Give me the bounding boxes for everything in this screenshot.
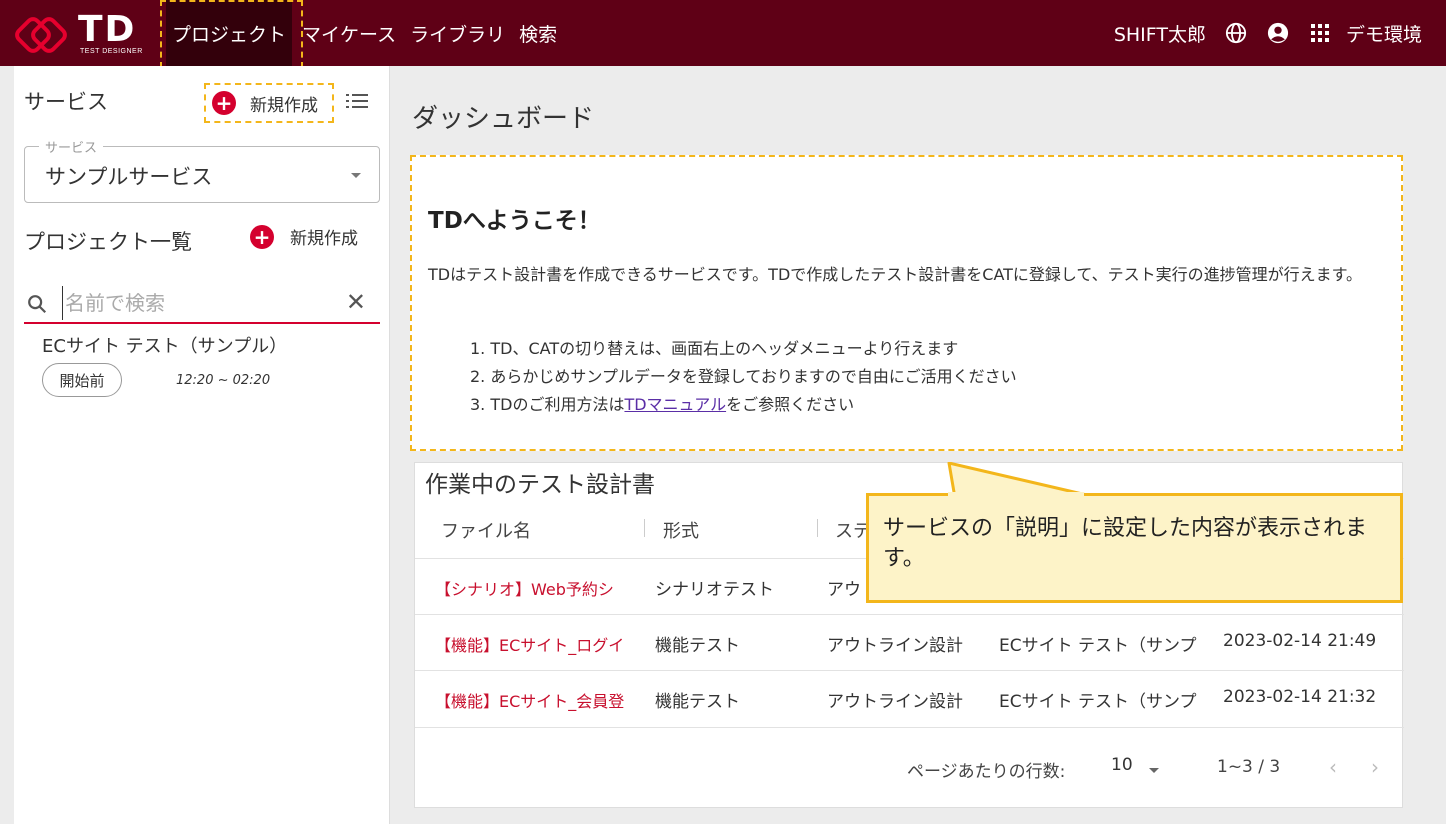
- status-badge: 開始前: [42, 363, 122, 397]
- row-divider: [415, 670, 1404, 671]
- main-nav: プロジェクト マイケース ライブラリ 検索: [166, 0, 563, 66]
- row-3-file[interactable]: 【機能】ECサイト_会員登: [435, 688, 645, 712]
- header-right: SHIFT太郎 デモ環境: [1114, 0, 1446, 66]
- row-2-project: ECサイト テスト（サンプ: [999, 636, 1197, 656]
- welcome-list-item: 3. TDのご利用方法はTDマニュアルをご参照ください: [470, 391, 1017, 419]
- logo-text: TD: [78, 9, 137, 50]
- column-header-file[interactable]: ファイル名: [441, 517, 531, 543]
- row-divider: [415, 727, 1404, 728]
- apps-grid-icon[interactable]: [1304, 17, 1336, 49]
- chevron-right-icon[interactable]: ›: [1371, 755, 1379, 779]
- callout-joint: [948, 492, 1084, 500]
- welcome-item3-suffix: をご参照ください: [726, 395, 855, 414]
- dropdown-arrow-icon[interactable]: [1149, 768, 1159, 773]
- project-item-name[interactable]: ECサイト テスト（サンプル）: [42, 332, 287, 358]
- user-name[interactable]: SHIFT太郎: [1114, 20, 1206, 47]
- row-1-status: アウ: [827, 580, 861, 600]
- welcome-list-item: 1. TD、CATの切り替えは、画面右上のヘッダメニューより行えます: [470, 339, 959, 358]
- nav-library[interactable]: ライブラリ: [404, 0, 511, 66]
- table-title: 作業中のテスト設計書: [425, 472, 655, 498]
- project-time: 12:20 ~ 02:20: [176, 373, 271, 388]
- account-icon[interactable]: [1262, 17, 1294, 49]
- chevron-left-icon[interactable]: ‹: [1329, 755, 1337, 779]
- welcome-item3-prefix: 3. TDのご利用方法は: [470, 395, 625, 414]
- logo-subtext: TEST DESIGNER: [80, 48, 143, 55]
- nav-my-case[interactable]: マイケース: [296, 0, 402, 66]
- page-scrollbar-area[interactable]: [1412, 66, 1446, 824]
- page-title: ダッシュボード: [412, 104, 595, 134]
- project-search-input[interactable]: [62, 286, 332, 320]
- row-2-file[interactable]: 【機能】ECサイト_ログイ: [435, 632, 645, 656]
- nav-search[interactable]: 検索: [513, 0, 563, 66]
- project-search: ✕: [24, 284, 380, 324]
- welcome-panel: TDへようこそ！ TDはテスト設計書を作成できるサービスです。TDで作成したテス…: [410, 155, 1403, 451]
- plus-circle-icon: +: [250, 224, 274, 249]
- rows-per-page-label: ページあたりの行数:: [907, 762, 1066, 782]
- project-list-title: プロジェクト一覧: [24, 230, 192, 254]
- row-3-status: アウトライン設計: [827, 692, 963, 712]
- list-icon[interactable]: [346, 91, 368, 111]
- column-header-type[interactable]: 形式: [663, 517, 699, 543]
- row-3-project: ECサイト テスト（サンプ: [999, 692, 1197, 712]
- logo-mark-icon: [15, 17, 67, 53]
- top-header: TD TEST DESIGNER プロジェクト マイケース ライブラリ 検索 S…: [0, 0, 1446, 68]
- row-2-date: 2023-02-14 21:49: [1223, 631, 1377, 651]
- project-new-button[interactable]: + 新規作成: [250, 224, 358, 249]
- welcome-description: TDはテスト設計書を作成できるサービスです。TDで作成したテスト設計書をCATに…: [428, 265, 1363, 284]
- rows-per-page-select[interactable]: 10: [1111, 755, 1133, 775]
- globe-icon[interactable]: [1220, 17, 1252, 49]
- close-icon[interactable]: ✕: [346, 288, 366, 316]
- sidebar: サービス + 新規作成 サービス サンプルサービス プロジェクト一覧 + 新規作…: [14, 66, 390, 824]
- callout-text: サービスの「説明」に設定した内容が表示されます。: [883, 516, 1368, 571]
- environment-switcher[interactable]: デモ環境: [1346, 20, 1422, 47]
- callout-annotation: サービスの「説明」に設定した内容が表示されます。: [866, 493, 1403, 603]
- row-1-file[interactable]: 【シナリオ】Web予約シ: [435, 576, 645, 600]
- service-select[interactable]: サービス サンプルサービス: [24, 137, 380, 203]
- welcome-list-item: 2. あらかじめサンプルデータを登録しておりますので自由にご活用ください: [470, 367, 1017, 386]
- pagination-range: 1~3 / 3: [1217, 757, 1281, 777]
- welcome-list: 1. TD、CATの切り替えは、画面右上のヘッダメニューより行えます 2. あら…: [470, 335, 1017, 419]
- service-select-label: サービス: [39, 137, 104, 156]
- row-2-type: 機能テスト: [655, 636, 740, 656]
- row-3-date: 2023-02-14 21:32: [1223, 687, 1377, 707]
- service-new-label: 新規作成: [250, 95, 318, 116]
- column-separator: [817, 519, 818, 537]
- column-separator: [644, 519, 645, 537]
- service-select-value: サンプルサービス: [45, 165, 213, 189]
- service-title: サービス: [24, 90, 108, 114]
- welcome-title: TDへようこそ！: [428, 208, 601, 234]
- nav-project[interactable]: プロジェクト: [166, 0, 293, 66]
- service-new-button[interactable]: + 新規作成: [204, 83, 334, 123]
- logo[interactable]: TD TEST DESIGNER: [14, 8, 154, 60]
- row-divider: [415, 614, 1404, 615]
- td-manual-link[interactable]: TDマニュアル: [624, 395, 726, 414]
- row-1-type: シナリオテスト: [655, 580, 774, 600]
- row-2-status: アウトライン設計: [827, 636, 963, 656]
- plus-circle-icon: +: [212, 91, 236, 115]
- project-new-label: 新規作成: [290, 229, 358, 249]
- dropdown-arrow-icon: [351, 173, 361, 178]
- row-3-type: 機能テスト: [655, 692, 740, 712]
- search-icon: [28, 295, 47, 314]
